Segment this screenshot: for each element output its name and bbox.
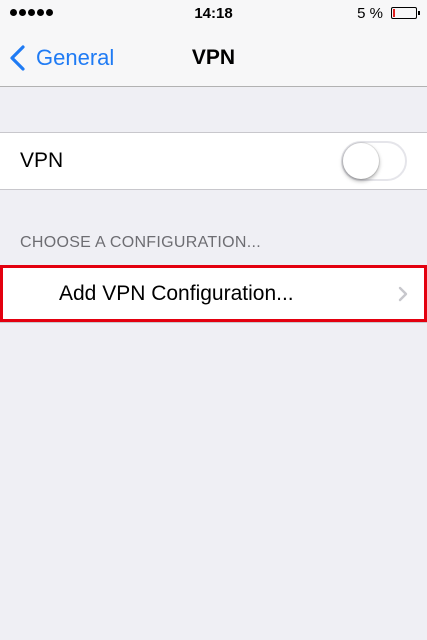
add-vpn-configuration-row[interactable]: Add VPN Configuration... (0, 265, 427, 323)
vpn-toggle-switch[interactable] (341, 141, 407, 181)
toggle-knob (343, 143, 379, 179)
add-vpn-configuration-label: Add VPN Configuration... (59, 282, 294, 305)
battery-percent: 5 % (357, 5, 383, 22)
battery-icon (391, 7, 420, 19)
status-bar: 14:18 5 % (0, 0, 427, 30)
section-header: CHOOSE A CONFIGURATION... (20, 234, 262, 251)
settings-vpn-screen: 14:18 5 % General VPN VPN CHOOSE A CONFI… (0, 0, 427, 640)
battery-nub (418, 11, 420, 15)
chevron-right-icon (398, 286, 408, 302)
vpn-toggle-label: VPN (20, 149, 64, 172)
vpn-toggle-row: VPN (0, 132, 427, 190)
nav-bar: General VPN (0, 30, 427, 85)
page-title: VPN (191, 46, 236, 69)
battery-fill (393, 9, 395, 17)
header: 14:18 5 % General VPN (0, 0, 427, 87)
